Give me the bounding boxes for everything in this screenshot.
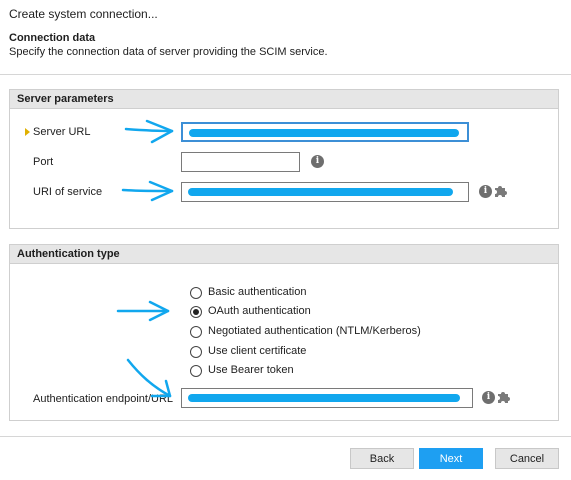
port-label: Port	[33, 156, 54, 168]
dialog-title: Create system connection...	[9, 7, 158, 21]
server-url-label: Server URL	[33, 126, 91, 138]
radio-button[interactable]	[190, 306, 202, 318]
radio-button[interactable]	[190, 365, 202, 377]
server-parameters-heading: Server parameters	[10, 90, 558, 109]
required-marker-icon	[25, 128, 30, 136]
info-icon[interactable]: i	[482, 391, 495, 404]
radio-label: Use Bearer token	[208, 364, 294, 376]
section-title: Connection data	[9, 32, 96, 44]
redacted-value	[188, 188, 453, 196]
radio-label: Basic authentication	[208, 286, 307, 298]
header-divider	[0, 74, 571, 75]
section-description: Specify the connection data of server pr…	[9, 46, 328, 58]
radio-button[interactable]	[190, 346, 202, 358]
port-input[interactable]	[181, 152, 300, 172]
authentication-type-group: Authentication type Basic authentication…	[9, 244, 559, 421]
server-url-input[interactable]	[181, 122, 469, 142]
authentication-endpoint-input[interactable]	[181, 388, 473, 408]
redacted-value	[188, 394, 460, 402]
next-button[interactable]: Next	[419, 448, 483, 469]
uri-of-service-input[interactable]	[181, 182, 469, 202]
authentication-endpoint-label: Authentication endpoint/URL	[33, 393, 174, 405]
cancel-button[interactable]: Cancel	[495, 448, 559, 469]
redacted-value	[189, 129, 459, 137]
radio-button[interactable]	[190, 326, 202, 338]
radio-button[interactable]	[190, 287, 202, 299]
info-icon[interactable]: i	[479, 185, 492, 198]
uri-of-service-label: URI of service	[33, 186, 103, 198]
radio-label: OAuth authentication	[208, 305, 311, 317]
footer-divider	[0, 436, 571, 437]
puzzle-icon[interactable]	[497, 390, 511, 404]
puzzle-icon[interactable]	[494, 184, 508, 198]
back-button[interactable]: Back	[350, 448, 414, 469]
server-parameters-group: Server parameters Server URL Port i URI …	[9, 89, 559, 229]
authentication-type-heading: Authentication type	[10, 245, 558, 264]
radio-label: Use client certificate	[208, 345, 307, 357]
info-icon[interactable]: i	[311, 155, 324, 168]
radio-label: Negotiated authentication (NTLM/Kerberos…	[208, 325, 421, 337]
